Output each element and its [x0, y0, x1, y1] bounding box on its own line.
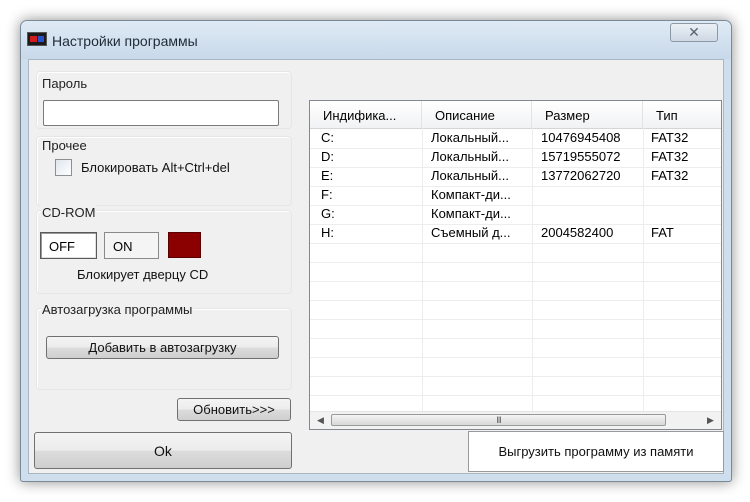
table-row[interactable] — [310, 300, 721, 320]
table-cell: H: — [321, 225, 334, 240]
scroll-left-icon[interactable]: ◀ — [312, 412, 329, 429]
refresh-button[interactable]: Обновить>>> — [177, 398, 291, 421]
table-cell: C: — [321, 130, 334, 145]
block-alt-ctrl-del-checkbox[interactable] — [55, 159, 72, 176]
table-cell: 13772062720 — [541, 168, 621, 183]
table-row[interactable]: C: Локальный... 10476945408 FAT32 — [310, 129, 721, 149]
settings-window: Настройки программы ✕ Пароль Прочее Блок… — [20, 20, 732, 482]
table-row[interactable]: F: Компакт-ди... — [310, 186, 721, 206]
table-cell: Локальный... — [431, 130, 509, 145]
column-header-size[interactable]: Размер — [532, 101, 643, 128]
client-area: Пароль Прочее Блокировать Alt+Ctrl+del C… — [28, 59, 724, 474]
add-to-autoload-button[interactable]: Добавить в автозагрузку — [46, 336, 279, 359]
other-group-label: Прочее — [41, 138, 88, 153]
table-row[interactable] — [310, 319, 721, 339]
block-alt-ctrl-del-label: Блокировать Alt+Ctrl+del — [81, 160, 230, 175]
table-cell: 2004582400 — [541, 225, 614, 240]
table-cell: F: — [321, 187, 333, 202]
column-header-id[interactable]: Индифика... — [310, 101, 422, 128]
table-cell: FAT — [651, 225, 674, 240]
table-row[interactable] — [310, 281, 721, 301]
close-button[interactable]: ✕ — [670, 23, 718, 42]
table-cell: FAT32 — [651, 168, 689, 183]
column-header-description[interactable]: Описание — [422, 101, 532, 128]
table-row[interactable] — [310, 376, 721, 396]
cdrom-group-label: CD-ROM — [41, 205, 97, 220]
table-cell: G: — [321, 206, 335, 221]
cdrom-status-indicator — [168, 232, 201, 258]
scroll-thumb[interactable]: III — [331, 414, 666, 426]
drives-list[interactable]: Индифика... Описание Размер Тип C: Локаль… — [309, 100, 722, 430]
cdrom-off-button[interactable]: OFF — [40, 232, 97, 259]
table-cell: Компакт-ди... — [431, 187, 511, 202]
cdrom-on-button[interactable]: ON — [104, 232, 159, 259]
table-cell: 15719555072 — [541, 149, 621, 164]
table-row[interactable] — [310, 338, 721, 358]
table-cell: Съемный д... — [431, 225, 511, 240]
cdrom-caption: Блокирует дверцу CD — [77, 267, 209, 282]
table-row[interactable]: D: Локальный... 15719555072 FAT32 — [310, 148, 721, 168]
table-cell: 10476945408 — [541, 130, 621, 145]
table-cell: Локальный... — [431, 168, 509, 183]
close-icon: ✕ — [688, 24, 700, 40]
table-row[interactable] — [310, 243, 721, 263]
table-row[interactable]: H: Съемный д... 2004582400 FAT — [310, 224, 721, 244]
password-input[interactable] — [43, 100, 279, 126]
table-cell: Компакт-ди... — [431, 206, 511, 221]
table-row[interactable] — [310, 262, 721, 282]
column-header-type[interactable]: Тип — [643, 101, 721, 128]
table-cell: Локальный... — [431, 149, 509, 164]
list-header: Индифика... Описание Размер Тип — [310, 101, 721, 129]
unload-program-button[interactable]: Выгрузить программу из памяти — [468, 431, 724, 472]
horizontal-scrollbar[interactable]: ◀ III ▶ — [310, 411, 721, 429]
table-cell: E: — [321, 168, 334, 183]
autoload-group-label: Автозагрузка программы — [41, 302, 194, 317]
app-icon — [27, 32, 47, 46]
table-row[interactable]: G: Компакт-ди... — [310, 205, 721, 225]
table-cell: D: — [321, 149, 334, 164]
ok-button[interactable]: Ok — [34, 432, 292, 469]
table-row[interactable] — [310, 357, 721, 377]
table-cell: FAT32 — [651, 130, 689, 145]
table-cell: FAT32 — [651, 149, 689, 164]
scroll-right-icon[interactable]: ▶ — [702, 412, 719, 429]
window-title: Настройки программы — [52, 33, 198, 49]
table-row[interactable]: E: Локальный... 13772062720 FAT32 — [310, 167, 721, 187]
title-bar[interactable]: Настройки программы ✕ — [21, 21, 731, 59]
password-group-label: Пароль — [41, 76, 89, 91]
